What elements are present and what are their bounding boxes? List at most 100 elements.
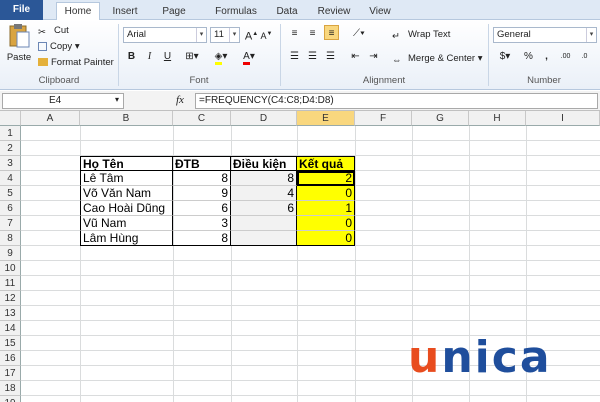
align-right-icon[interactable]: ☰ [323,49,338,64]
font-color-icon[interactable]: A▾ [238,49,260,65]
cell-dieu-kien[interactable] [231,216,297,231]
cell-dtb[interactable]: 9 [173,186,231,201]
gridline-horizontal [21,290,600,291]
cell-ket-qua[interactable]: 2 [297,171,355,186]
increase-font-icon[interactable]: A▲ [244,27,259,43]
cell-ket-qua[interactable]: 0 [297,231,355,246]
column-header[interactable]: B [80,111,173,126]
row-header[interactable]: 2 [0,141,21,156]
cell-dieu-kien[interactable]: 8 [231,171,297,186]
merge-center-button[interactable]: ⇔ Merge & Center ▾ [392,51,482,67]
cell-ket-qua[interactable]: 0 [297,186,355,201]
decrease-indent-icon[interactable]: ⇤ [348,49,363,64]
tab-view[interactable]: View [364,3,396,20]
copy-button[interactable]: Copy ▾ [38,39,80,55]
row-header[interactable]: 10 [0,261,21,276]
fill-color-icon[interactable]: ◈▾ [210,49,232,65]
column-header[interactable]: I [526,111,600,126]
cell-ho-ten[interactable]: Lê Tâm [80,171,173,186]
decrease-decimal-icon[interactable]: .0 [577,49,592,64]
row-header[interactable]: 6 [0,201,21,216]
select-all-corner[interactable] [0,111,21,126]
cut-label: Cut [54,25,69,36]
borders-icon[interactable]: ⊞▾ [182,49,202,64]
align-left-icon[interactable]: ☰ [287,49,302,64]
orientation-icon[interactable]: ⟋▾ [348,26,370,41]
cell-dtb[interactable]: 8 [173,171,231,186]
currency-button[interactable]: $▾ [494,49,516,64]
bold-button[interactable]: B [124,49,139,64]
align-bottom-icon[interactable]: ≡ [324,25,339,40]
cell-ho-ten[interactable]: Vũ Nam [80,216,173,231]
column-header[interactable]: A [21,111,80,126]
name-box-dropdown-icon[interactable]: ▾ [115,95,119,104]
cell-dtb[interactable]: 3 [173,216,231,231]
underline-button[interactable]: U [160,49,175,64]
cell-dtb[interactable]: 6 [173,201,231,216]
row-header[interactable]: 13 [0,306,21,321]
decrease-font-icon[interactable]: A▼ [259,27,274,42]
cell-ho-ten[interactable]: Lâm Hùng [80,231,173,246]
tab-review[interactable]: Review [314,3,354,20]
format-painter-button[interactable]: Format Painter [38,55,114,71]
column-header[interactable]: G [412,111,469,126]
row-header[interactable]: 12 [0,291,21,306]
header-ho-ten[interactable]: Họ Tên [80,156,173,171]
row-header[interactable]: 16 [0,351,21,366]
comma-button[interactable]: , [539,49,554,64]
row-header[interactable]: 4 [0,171,21,186]
row-header[interactable]: 15 [0,336,21,351]
row-header[interactable]: 19 [0,396,21,402]
cell-ket-qua[interactable]: 1 [297,201,355,216]
cell-dieu-kien[interactable]: 4 [231,186,297,201]
column-header[interactable]: C [173,111,231,126]
column-header[interactable]: E [297,111,355,126]
fx-icon[interactable]: fx [176,94,184,106]
italic-button[interactable]: I [142,49,157,64]
tab-file[interactable]: File [0,0,43,20]
tab-insert[interactable]: Insert [104,3,146,20]
tab-data[interactable]: Data [270,3,304,20]
align-center-icon[interactable]: ☰ [305,49,320,64]
cell-dieu-kien[interactable]: 6 [231,201,297,216]
row-header[interactable]: 9 [0,246,21,261]
increase-indent-icon[interactable]: ⇥ [366,49,381,64]
header-ket-qua[interactable]: Kết quả [297,156,355,171]
cell-ho-ten[interactable]: Võ Văn Nam [80,186,173,201]
row-header[interactable]: 1 [0,126,21,141]
header-dieu-kien[interactable]: Điều kiện [231,156,297,171]
row-header[interactable]: 8 [0,231,21,246]
cell-dtb[interactable]: 8 [173,231,231,246]
column-header[interactable]: F [355,111,412,126]
tab-formulas[interactable]: Formulas [212,3,260,20]
font-size-select[interactable]: 11 ▾ [210,27,240,43]
spreadsheet-grid[interactable]: A B C D E F G H I 1 2 3 4 5 6 7 8 9 10 1… [0,111,600,402]
header-dtb[interactable]: ĐTB [173,156,231,171]
scissors-icon: ✂ [38,26,46,38]
tab-home[interactable]: Home [56,2,100,20]
cell-ho-ten[interactable]: Cao Hoài Dũng [80,201,173,216]
percent-button[interactable]: % [521,49,536,64]
paste-button[interactable]: Paste [4,23,34,67]
tab-page-layout[interactable]: Page Layout [146,3,202,34]
number-format-select[interactable]: General ▾ [493,27,597,43]
formula-input[interactable]: =FREQUENCY(C4:C8;D4:D8) [195,93,598,109]
row-header[interactable]: 14 [0,321,21,336]
name-box[interactable]: E4 [2,93,124,109]
font-name-select[interactable]: Arial ▾ [123,27,207,43]
row-header[interactable]: 5 [0,186,21,201]
wrap-text-button[interactable]: ↵ Wrap Text [392,27,450,43]
cell-ket-qua[interactable]: 0 [297,216,355,231]
align-middle-icon[interactable]: ≡ [305,26,320,41]
cut-button[interactable]: ✂ Cut [38,23,69,39]
column-header[interactable]: D [231,111,297,126]
row-header[interactable]: 3 [0,156,21,171]
align-top-icon[interactable]: ≡ [287,26,302,41]
increase-decimal-icon[interactable]: .00 [558,49,573,64]
row-header[interactable]: 18 [0,381,21,396]
row-header[interactable]: 11 [0,276,21,291]
cell-dieu-kien[interactable] [231,231,297,246]
column-header[interactable]: H [469,111,526,126]
row-header[interactable]: 7 [0,216,21,231]
row-header[interactable]: 17 [0,366,21,381]
